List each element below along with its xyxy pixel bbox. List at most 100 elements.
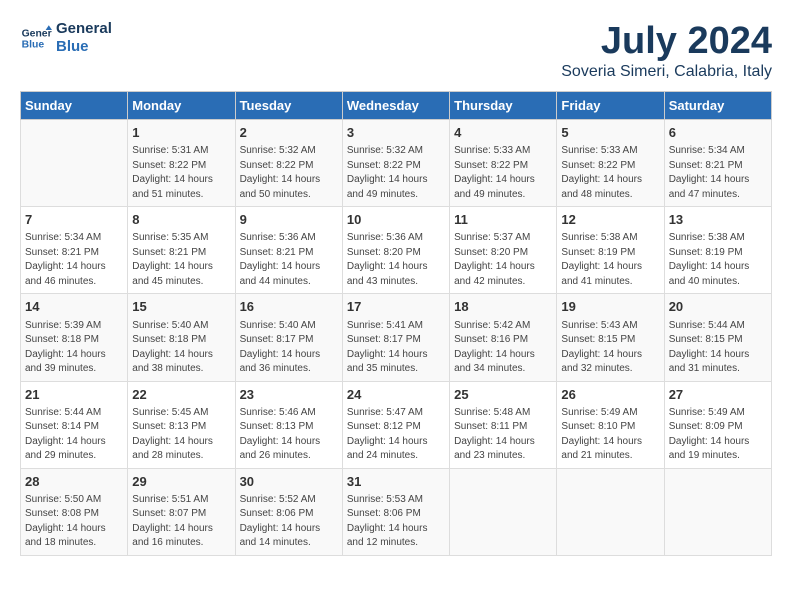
main-title: July 2024 bbox=[561, 20, 772, 63]
cell-info: Sunrise: 5:39 AM Sunset: 8:18 PM Dayligh… bbox=[25, 319, 123, 377]
calendar-cell: 3 Sunrise: 5:32 AM Sunset: 8:22 PM Daylig… bbox=[342, 120, 449, 207]
cell-info: Sunrise: 5:34 AM Sunset: 8:21 PM Dayligh… bbox=[669, 144, 767, 202]
calendar-cell: 15 Sunrise: 5:40 AM Sunset: 8:18 PM Dayli… bbox=[128, 294, 235, 381]
day-number: 27 bbox=[669, 386, 767, 404]
cell-info: Sunrise: 5:43 AM Sunset: 8:15 PM Dayligh… bbox=[561, 319, 659, 377]
cell-info: Sunrise: 5:49 AM Sunset: 8:10 PM Dayligh… bbox=[561, 406, 659, 464]
day-number: 31 bbox=[347, 473, 445, 491]
calendar-table: SundayMondayTuesdayWednesdayThursdayFrid… bbox=[20, 91, 772, 556]
calendar-cell: 21 Sunrise: 5:44 AM Sunset: 8:14 PM Dayli… bbox=[21, 381, 128, 468]
day-number: 11 bbox=[454, 211, 552, 229]
day-number: 5 bbox=[561, 124, 659, 142]
calendar-cell: 8Sunrise: 5:35 AM Sunset: 8:21 PM Daylig… bbox=[128, 207, 235, 294]
day-number: 4 bbox=[454, 124, 552, 142]
calendar-cell: 9Sunrise: 5:36 AM Sunset: 8:21 PM Daylig… bbox=[235, 207, 342, 294]
day-number: 6 bbox=[669, 124, 767, 142]
calendar-cell: 7 Sunrise: 5:34 AM Sunset: 8:21 PM Daylig… bbox=[21, 207, 128, 294]
day-number: 9 bbox=[240, 211, 338, 229]
week-row-4: 21 Sunrise: 5:44 AM Sunset: 8:14 PM Dayli… bbox=[21, 381, 772, 468]
day-number: 20 bbox=[669, 298, 767, 316]
calendar-cell: 14 Sunrise: 5:39 AM Sunset: 8:18 PM Dayli… bbox=[21, 294, 128, 381]
cell-info: Sunrise: 5:38 AM Sunset: 8:19 PM Dayligh… bbox=[669, 231, 767, 289]
svg-text:Blue: Blue bbox=[22, 40, 45, 51]
calendar-cell: 1 Sunrise: 5:31 AM Sunset: 8:22 PM Daylig… bbox=[128, 120, 235, 207]
logo-icon: General Blue bbox=[20, 22, 52, 54]
cell-info: Sunrise: 5:36 AM Sunset: 8:20 PM Dayligh… bbox=[347, 231, 445, 289]
cell-info: Sunrise: 5:46 AM Sunset: 8:13 PM Dayligh… bbox=[240, 406, 338, 464]
logo-line1: General bbox=[56, 20, 112, 38]
calendar-cell: 22 Sunrise: 5:45 AM Sunset: 8:13 PM Dayli… bbox=[128, 381, 235, 468]
title-section: July 2024 Soveria Simeri, Calabria, Ital… bbox=[561, 20, 772, 81]
cell-info: Sunrise: 5:32 AM Sunset: 8:22 PM Dayligh… bbox=[347, 144, 445, 202]
calendar-cell bbox=[21, 120, 128, 207]
cell-info: Sunrise: 5:42 AM Sunset: 8:16 PM Dayligh… bbox=[454, 319, 552, 377]
calendar-cell: 26Sunrise: 5:49 AM Sunset: 8:10 PM Dayli… bbox=[557, 381, 664, 468]
week-row-3: 14 Sunrise: 5:39 AM Sunset: 8:18 PM Dayli… bbox=[21, 294, 772, 381]
day-number: 12 bbox=[561, 211, 659, 229]
logo: General Blue General Blue bbox=[20, 20, 112, 56]
calendar-cell: 27 Sunrise: 5:49 AM Sunset: 8:09 PM Dayli… bbox=[664, 381, 771, 468]
day-number: 22 bbox=[132, 386, 230, 404]
day-number: 23 bbox=[240, 386, 338, 404]
calendar-cell: 11 Sunrise: 5:37 AM Sunset: 8:20 PM Dayli… bbox=[450, 207, 557, 294]
calendar-cell: 16Sunrise: 5:40 AM Sunset: 8:17 PM Dayli… bbox=[235, 294, 342, 381]
day-number: 14 bbox=[25, 298, 123, 316]
calendar-cell: 18Sunrise: 5:42 AM Sunset: 8:16 PM Dayli… bbox=[450, 294, 557, 381]
day-number: 15 bbox=[132, 298, 230, 316]
page-header: General Blue General Blue July 2024 Sove… bbox=[20, 20, 772, 81]
week-row-2: 7 Sunrise: 5:34 AM Sunset: 8:21 PM Daylig… bbox=[21, 207, 772, 294]
cell-info: Sunrise: 5:41 AM Sunset: 8:17 PM Dayligh… bbox=[347, 319, 445, 377]
calendar-cell: 6 Sunrise: 5:34 AM Sunset: 8:21 PM Daylig… bbox=[664, 120, 771, 207]
header-sunday: Sunday bbox=[21, 92, 128, 120]
calendar-cell: 28 Sunrise: 5:50 AM Sunset: 8:08 PM Dayli… bbox=[21, 468, 128, 555]
day-number: 7 bbox=[25, 211, 123, 229]
calendar-cell: 12 Sunrise: 5:38 AM Sunset: 8:19 PM Dayli… bbox=[557, 207, 664, 294]
cell-info: Sunrise: 5:44 AM Sunset: 8:14 PM Dayligh… bbox=[25, 406, 123, 464]
cell-info: Sunrise: 5:33 AM Sunset: 8:22 PM Dayligh… bbox=[454, 144, 552, 202]
calendar-cell: 29Sunrise: 5:51 AM Sunset: 8:07 PM Dayli… bbox=[128, 468, 235, 555]
header-tuesday: Tuesday bbox=[235, 92, 342, 120]
calendar-cell: 4 Sunrise: 5:33 AM Sunset: 8:22 PM Daylig… bbox=[450, 120, 557, 207]
cell-info: Sunrise: 5:40 AM Sunset: 8:18 PM Dayligh… bbox=[132, 319, 230, 377]
calendar-cell: 10Sunrise: 5:36 AM Sunset: 8:20 PM Dayli… bbox=[342, 207, 449, 294]
cell-info: Sunrise: 5:53 AM Sunset: 8:06 PM Dayligh… bbox=[347, 493, 445, 551]
cell-info: Sunrise: 5:45 AM Sunset: 8:13 PM Dayligh… bbox=[132, 406, 230, 464]
cell-info: Sunrise: 5:47 AM Sunset: 8:12 PM Dayligh… bbox=[347, 406, 445, 464]
header-thursday: Thursday bbox=[450, 92, 557, 120]
header-row: SundayMondayTuesdayWednesdayThursdayFrid… bbox=[21, 92, 772, 120]
day-number: 8 bbox=[132, 211, 230, 229]
cell-info: Sunrise: 5:34 AM Sunset: 8:21 PM Dayligh… bbox=[25, 231, 123, 289]
day-number: 13 bbox=[669, 211, 767, 229]
calendar-header: SundayMondayTuesdayWednesdayThursdayFrid… bbox=[21, 92, 772, 120]
calendar-cell: 5 Sunrise: 5:33 AM Sunset: 8:22 PM Daylig… bbox=[557, 120, 664, 207]
calendar-cell: 23 Sunrise: 5:46 AM Sunset: 8:13 PM Dayli… bbox=[235, 381, 342, 468]
cell-info: Sunrise: 5:38 AM Sunset: 8:19 PM Dayligh… bbox=[561, 231, 659, 289]
cell-info: Sunrise: 5:49 AM Sunset: 8:09 PM Dayligh… bbox=[669, 406, 767, 464]
header-saturday: Saturday bbox=[664, 92, 771, 120]
day-number: 17 bbox=[347, 298, 445, 316]
cell-info: Sunrise: 5:48 AM Sunset: 8:11 PM Dayligh… bbox=[454, 406, 552, 464]
day-number: 25 bbox=[454, 386, 552, 404]
day-number: 21 bbox=[25, 386, 123, 404]
calendar-cell bbox=[664, 468, 771, 555]
calendar-cell: 25 Sunrise: 5:48 AM Sunset: 8:11 PM Dayli… bbox=[450, 381, 557, 468]
calendar-cell bbox=[557, 468, 664, 555]
day-number: 1 bbox=[132, 124, 230, 142]
cell-info: Sunrise: 5:50 AM Sunset: 8:08 PM Dayligh… bbox=[25, 493, 123, 551]
calendar-cell: 31 Sunrise: 5:53 AM Sunset: 8:06 PM Dayli… bbox=[342, 468, 449, 555]
calendar-cell: 17 Sunrise: 5:41 AM Sunset: 8:17 PM Dayli… bbox=[342, 294, 449, 381]
day-number: 3 bbox=[347, 124, 445, 142]
cell-info: Sunrise: 5:44 AM Sunset: 8:15 PM Dayligh… bbox=[669, 319, 767, 377]
day-number: 28 bbox=[25, 473, 123, 491]
cell-info: Sunrise: 5:37 AM Sunset: 8:20 PM Dayligh… bbox=[454, 231, 552, 289]
day-number: 24 bbox=[347, 386, 445, 404]
day-number: 29 bbox=[132, 473, 230, 491]
day-number: 2 bbox=[240, 124, 338, 142]
cell-info: Sunrise: 5:31 AM Sunset: 8:22 PM Dayligh… bbox=[132, 144, 230, 202]
cell-info: Sunrise: 5:33 AM Sunset: 8:22 PM Dayligh… bbox=[561, 144, 659, 202]
day-number: 30 bbox=[240, 473, 338, 491]
svg-text:General: General bbox=[22, 28, 52, 39]
week-row-5: 28 Sunrise: 5:50 AM Sunset: 8:08 PM Dayli… bbox=[21, 468, 772, 555]
day-number: 16 bbox=[240, 298, 338, 316]
week-row-1: 1 Sunrise: 5:31 AM Sunset: 8:22 PM Daylig… bbox=[21, 120, 772, 207]
